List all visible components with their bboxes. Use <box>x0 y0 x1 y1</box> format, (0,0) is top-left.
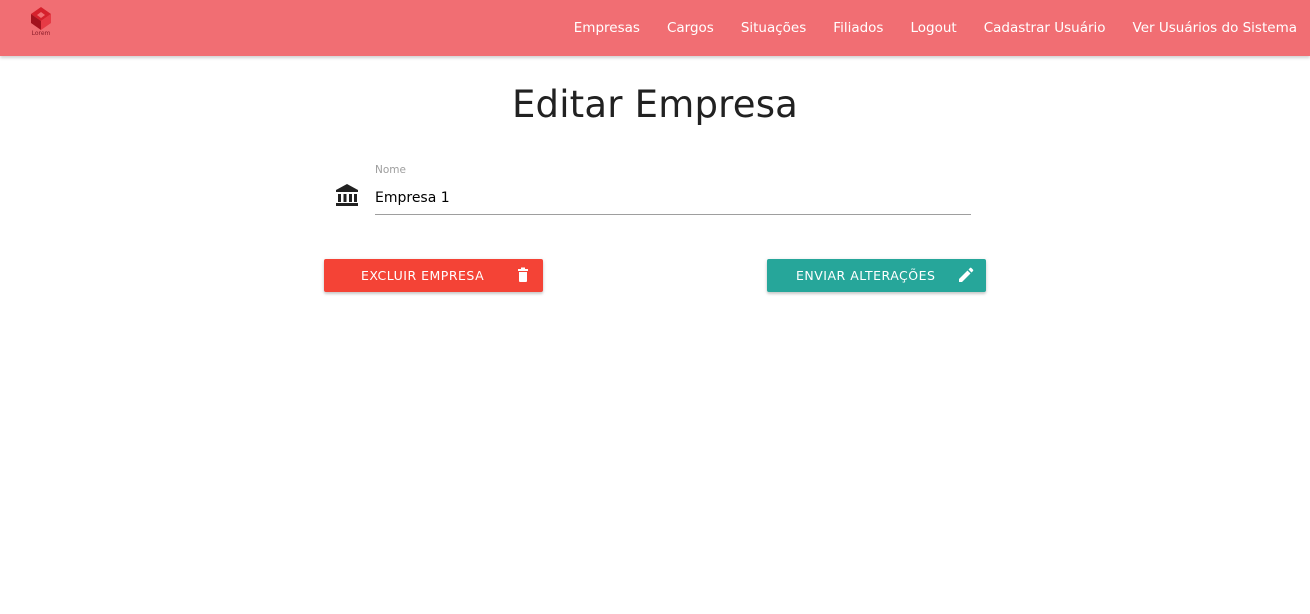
nav-filiados[interactable]: Filiados <box>833 20 883 36</box>
name-field-label: Nome <box>375 164 406 176</box>
nav-cadastrar-usuario[interactable]: Cadastrar Usuário <box>984 20 1106 36</box>
nav-empresas[interactable]: Empresas <box>574 20 640 36</box>
bank-icon <box>335 182 359 208</box>
main-nav: Empresas Cargos Situações Filiados Logou… <box>574 0 1297 56</box>
nav-logout[interactable]: Logout <box>910 20 956 36</box>
brand-logo[interactable]: Lorem <box>27 6 55 40</box>
trash-icon <box>515 267 531 283</box>
logo-icon <box>31 7 51 30</box>
delete-button-label: EXCLUIR EMPRESA <box>361 268 485 283</box>
navbar: Lorem Empresas Cargos Situações Filiados… <box>0 0 1310 56</box>
submit-button-label: ENVIAR ALTERAÇÕES <box>796 268 936 283</box>
name-field[interactable] <box>375 182 971 215</box>
nav-situacoes[interactable]: Situações <box>741 20 806 36</box>
pencil-icon <box>958 267 974 283</box>
logo-text: Lorem <box>31 30 51 37</box>
nav-ver-usuarios[interactable]: Ver Usuários do Sistema <box>1133 20 1297 36</box>
delete-company-button[interactable]: EXCLUIR EMPRESA <box>324 259 543 292</box>
page-title: Editar Empresa <box>511 83 799 126</box>
nav-cargos[interactable]: Cargos <box>667 20 714 36</box>
submit-changes-button[interactable]: ENVIAR ALTERAÇÕES <box>767 259 986 292</box>
